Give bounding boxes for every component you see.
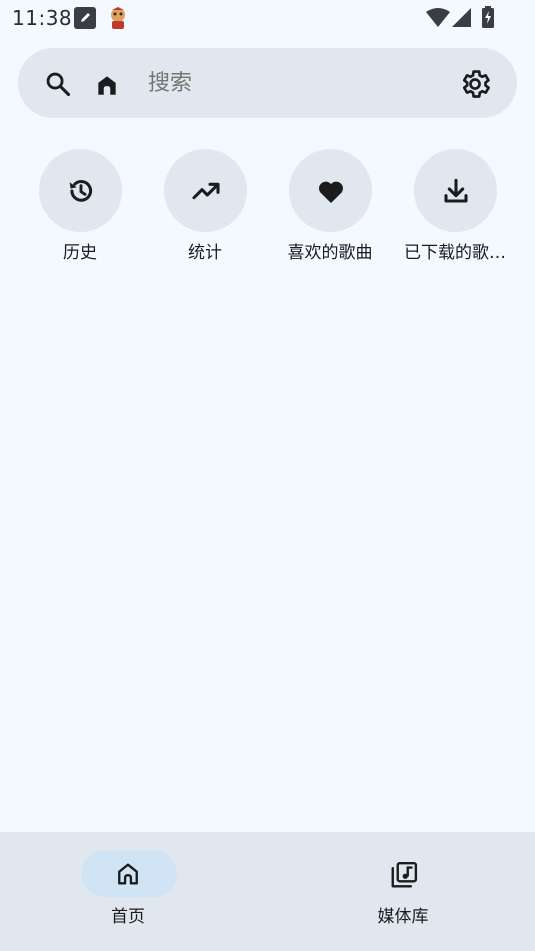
status-time: 11:38 (12, 6, 73, 30)
gear-icon[interactable] (458, 67, 492, 101)
shortcut-history[interactable]: 历史 (18, 149, 142, 269)
download-icon (444, 178, 468, 203)
shortcut-downloaded[interactable]: 已下载的歌… (393, 149, 517, 269)
history-icon (69, 180, 93, 202)
status-bar: 11:38 (0, 0, 535, 36)
search-icon[interactable] (44, 70, 72, 98)
search-bar[interactable] (18, 48, 517, 118)
shortcut-liked-songs[interactable]: 喜欢的歌曲 (268, 149, 392, 269)
search-input[interactable] (148, 68, 408, 98)
edit-notification-icon (74, 7, 96, 29)
shortcut-liked-songs-label: 喜欢的歌曲 (287, 243, 373, 263)
wifi-icon (426, 8, 450, 32)
nav-item-home[interactable]: 首页 (48, 850, 208, 930)
trending-up-icon (192, 182, 220, 200)
home-screen: 11:38 搜索 历史 统计 喜欢的歌曲 已下载的歌… 首页 媒体库 (0, 0, 535, 951)
signal-icon (452, 8, 472, 32)
bottom-navigation: 首页 媒体库 (0, 832, 535, 951)
shortcut-downloaded-label: 已下载的歌… (404, 243, 506, 263)
library-music-icon (391, 861, 418, 888)
shortcut-stats[interactable]: 统计 (143, 149, 267, 269)
app-notification-icon (107, 6, 129, 30)
shortcut-history-button[interactable] (39, 149, 122, 232)
nav-item-library[interactable]: 媒体库 (323, 850, 483, 930)
battery-charging-icon (481, 6, 495, 32)
shortcut-stats-button[interactable] (164, 149, 247, 232)
shortcut-stats-label: 统计 (188, 243, 222, 263)
shortcut-downloaded-button[interactable] (414, 149, 497, 232)
home-icon (94, 72, 120, 98)
shortcut-liked-songs-button[interactable] (289, 149, 372, 232)
nav-item-home-label: 首页 (111, 907, 145, 927)
shortcut-history-label: 历史 (63, 243, 97, 263)
home-icon (118, 863, 138, 885)
nav-item-library-label: 媒体库 (377, 907, 429, 927)
heart-icon (319, 181, 343, 203)
